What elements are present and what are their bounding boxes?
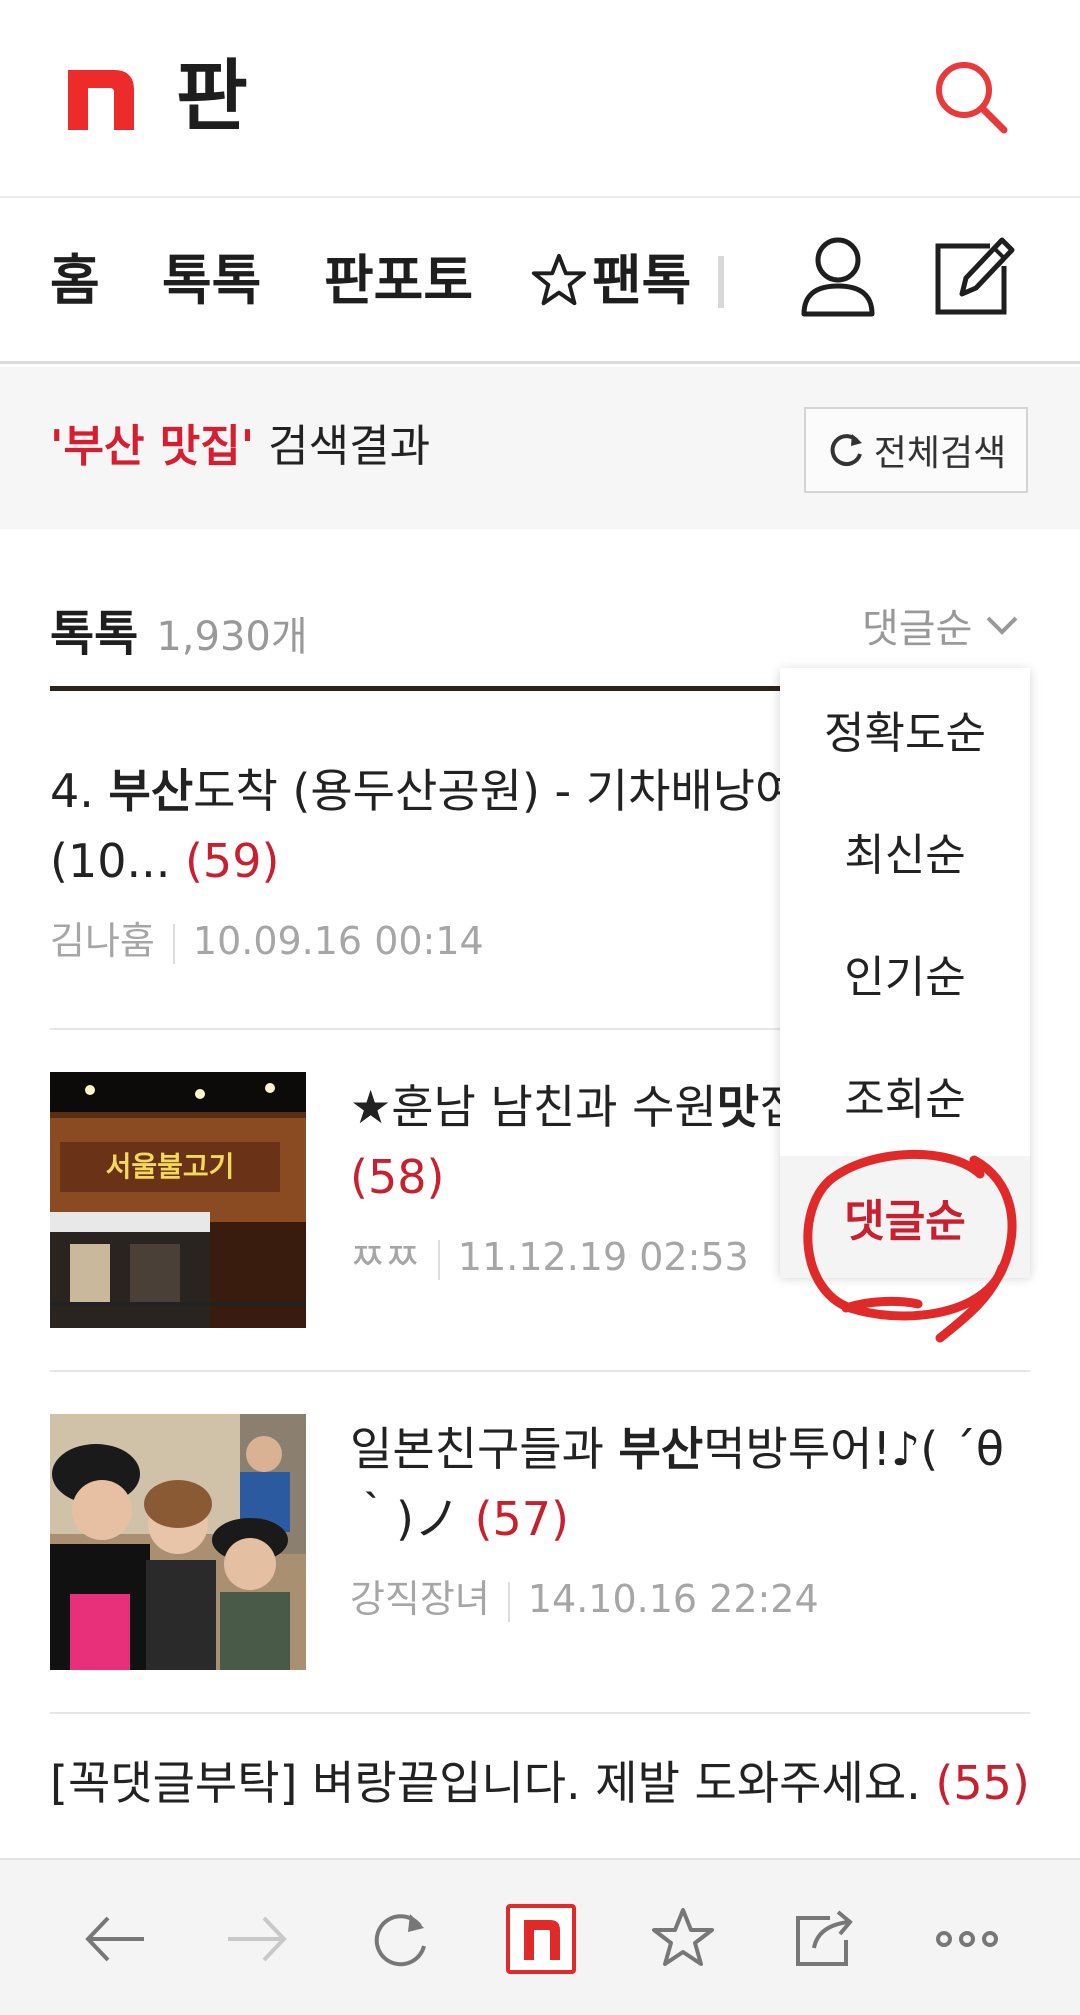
item-title-prefix: 4. <box>50 764 109 818</box>
sort-option-popular[interactable]: 인기순 <box>780 912 1030 1034</box>
more-icon[interactable] <box>932 1904 1002 1974</box>
section-underline <box>50 686 780 691</box>
search-keyword: '부산 맛집' <box>50 421 255 472</box>
sort-dropdown-menu: 정확도순 최신순 인기순 조회순 댓글순 <box>780 668 1030 1278</box>
item-thumbnail[interactable]: 서울불고기 <box>50 1072 306 1328</box>
user-icon[interactable] <box>800 234 876 318</box>
thumb-sign-text: 서울불고기 <box>106 1150 235 1183</box>
item-title-highlight: 맛 <box>716 1080 760 1134</box>
meta-divider <box>172 923 175 964</box>
n-logo-icon[interactable] <box>68 70 134 130</box>
item-title-prefix: [꼭댓글부탁] 벼랑끝입니다. 제발 도와주세요. <box>50 1756 921 1810</box>
chevron-down-icon <box>986 616 1018 635</box>
item-title-highlight: 부산 <box>618 1422 704 1476</box>
meta-divider <box>437 1239 440 1280</box>
item-date: 14.10.16 22:24 <box>527 1577 819 1621</box>
item-meta: 강직장녀 14.10.16 22:24 <box>350 1568 1040 1623</box>
brand-title: 판 <box>176 52 248 142</box>
search-icon[interactable] <box>930 56 1010 136</box>
comment-count: (59) <box>184 834 280 888</box>
item-title[interactable]: [꼭댓글부탁] 벼랑끝입니다. 제발 도와주세요. (55) <box>50 1748 1030 1818</box>
share-icon[interactable] <box>790 1904 860 1974</box>
forward-icon[interactable] <box>222 1904 292 1974</box>
item-body: 일본친구들과 부산먹방투어!♪( ´θ｀)ノ (57) 강직장녀 14.10.16… <box>350 1414 1040 1623</box>
bookmark-star-icon[interactable] <box>648 1904 718 1974</box>
item-author: 강직장녀 <box>350 1577 490 1621</box>
sort-option-views[interactable]: 조회순 <box>780 1034 1030 1156</box>
nav-home[interactable]: 홈 <box>50 246 100 316</box>
back-icon[interactable] <box>80 1904 150 1974</box>
sort-option-accuracy[interactable]: 정확도순 <box>780 668 1030 790</box>
search-result-bar: '부산 맛집' 검색결과 전체검색 <box>0 367 1080 529</box>
item-thumbnail[interactable] <box>50 1414 306 1670</box>
sort-dropdown-toggle[interactable]: 댓글순 <box>862 596 1022 654</box>
sort-option-latest[interactable]: 최신순 <box>780 790 1030 912</box>
item-title-prefix: 일본친구들과 <box>350 1422 619 1476</box>
sort-option-comments[interactable]: 댓글순 <box>780 1156 1030 1278</box>
nav-divider <box>718 256 724 308</box>
n-logo-small-icon <box>524 1920 560 1960</box>
list-divider <box>50 1712 1030 1714</box>
all-search-label: 전체검색 <box>873 433 1007 474</box>
result-count: 1,930개 <box>156 614 308 660</box>
browser-toolbar <box>0 1858 1080 2015</box>
nav-toktok[interactable]: 톡톡 <box>162 246 261 316</box>
search-result-title: '부산 맛집' 검색결과 <box>50 419 430 475</box>
item-date: 11.12.19 02:53 <box>457 1235 749 1279</box>
search-result-suffix: 검색결과 <box>254 421 431 472</box>
list-divider <box>50 1370 1030 1372</box>
top-header: 판 <box>0 0 1080 198</box>
nav-fantok[interactable]: 팬톡 <box>530 246 691 316</box>
item-author: ㅉㅉ <box>350 1235 420 1279</box>
item-title-highlight: 부산 <box>108 764 194 818</box>
item-date: 10.09.16 00:14 <box>192 919 484 963</box>
item-title-prefix: ★훈남 남친과 수원 <box>350 1080 717 1134</box>
home-n-icon[interactable] <box>506 1904 576 1974</box>
comment-count: (57) <box>474 1492 570 1546</box>
write-icon[interactable] <box>932 232 1016 318</box>
star-outline-icon <box>531 253 587 306</box>
section-title: 톡톡 <box>50 606 139 662</box>
section-header: 톡톡 1,930개 <box>50 594 308 664</box>
main-nav: 홈 톡톡 판포토 팬톡 <box>0 200 1080 364</box>
all-search-button[interactable]: 전체검색 <box>804 407 1028 493</box>
restaurant-photo: 서울불고기 <box>50 1072 306 1328</box>
sort-current-label: 댓글순 <box>862 606 973 652</box>
item-author: 김나훔 <box>50 919 155 963</box>
reload-icon[interactable] <box>364 1904 434 1974</box>
refresh-icon <box>830 434 862 467</box>
comment-count: (55) <box>935 1756 1030 1810</box>
nav-panphoto[interactable]: 판포토 <box>324 246 473 316</box>
list-item[interactable]: [꼭댓글부탁] 벼랑끝입니다. 제발 도와주세요. (55) <box>50 1748 1030 1818</box>
comment-count: (58) <box>350 1150 445 1204</box>
meta-divider <box>507 1581 510 1622</box>
friends-photo <box>50 1414 306 1670</box>
item-title[interactable]: 일본친구들과 부산먹방투어!♪( ´θ｀)ノ (57) <box>350 1414 1040 1554</box>
nav-fantok-label: 팬톡 <box>592 249 692 312</box>
